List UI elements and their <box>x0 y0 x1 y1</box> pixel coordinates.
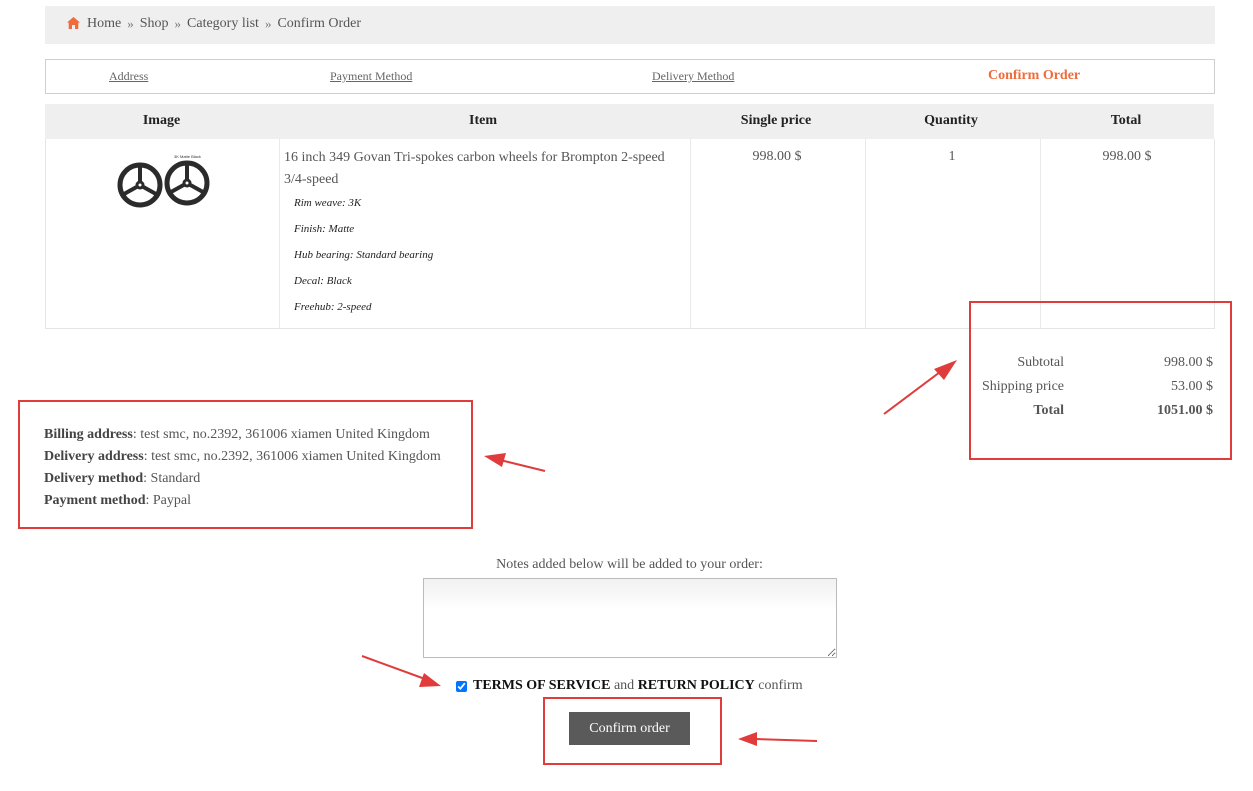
arrow-head <box>934 360 957 380</box>
arrow-to-totals <box>883 371 941 415</box>
arrow-to-address <box>499 459 546 472</box>
arrow-head <box>484 453 506 467</box>
arrow-to-terms <box>361 655 426 680</box>
arrow-head <box>419 673 441 687</box>
arrow-to-button <box>754 738 818 742</box>
arrow-head <box>738 732 757 746</box>
annotation-arrows <box>361 360 957 746</box>
